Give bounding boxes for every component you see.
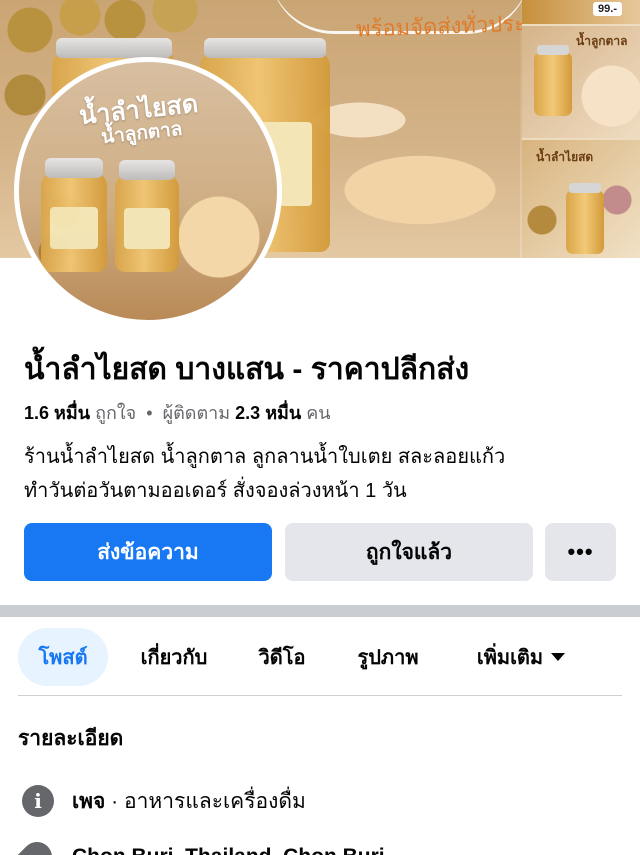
profile-picture[interactable]: น้ำลำไยสด น้ำลูกตาล xyxy=(14,57,282,325)
bio-line: ร้านน้ำลำไยสด น้ำลูกตาล ลูกลานน้ำใบเตย ส… xyxy=(24,446,506,468)
tab-videos[interactable]: วิดีโอ xyxy=(240,628,324,686)
category-value: · อาหารและเครื่องดื่ม xyxy=(111,789,306,813)
tab-posts[interactable]: โพสต์ xyxy=(18,628,108,686)
page-tabs: โพสต์ เกี่ยวกับ วิดีโอ รูปภาพ เพิ่มเติม xyxy=(0,628,640,686)
followers-label: ผู้ติดตาม xyxy=(162,403,231,423)
tab-about[interactable]: เกี่ยวกับ xyxy=(124,628,224,686)
category-text: เพจ · อาหารและเครื่องดื่ม xyxy=(72,785,306,818)
price-tag: 99.- xyxy=(593,2,622,16)
likes-label: ถูกใจ xyxy=(95,403,137,423)
avatar-jar-right xyxy=(115,160,179,272)
tab-photos[interactable]: รูปภาพ xyxy=(340,628,436,686)
location-row[interactable]: Chon Buri, Thailand, Chon Buri xyxy=(15,835,385,855)
caret-down-icon xyxy=(551,653,566,661)
cover-side-thumbnails: 99.- น้ำลูกตาล น้ำลำไยสด xyxy=(522,0,640,258)
likes-count[interactable]: 1.6 หมื่น xyxy=(24,403,90,423)
location-text[interactable]: Chon Buri, Thailand, Chon Buri xyxy=(72,845,385,855)
page-stats: 1.6 หมื่น ถูกใจ • ผู้ติดตาม 2.3 หมื่น คน xyxy=(24,398,331,427)
cover-thumb-1: 99.- xyxy=(522,0,640,24)
thumb-caption: น้ำลำไยสด xyxy=(536,150,594,164)
thumb-caption: น้ำลูกตาล xyxy=(576,34,628,48)
cover-thumb-3: น้ำลำไยสด xyxy=(522,140,640,258)
page-bio: ร้านน้ำลำไยสด น้ำลูกตาล ลูกลานน้ำใบเตย ส… xyxy=(24,440,624,508)
avatar-jar-left xyxy=(41,158,107,272)
tabs-divider xyxy=(18,695,622,696)
more-options-button[interactable]: ••• xyxy=(545,523,616,581)
avatar: น้ำลำไยสด น้ำลูกตาล xyxy=(19,62,277,320)
followers-count[interactable]: 2.3 หมื่น xyxy=(235,403,301,423)
details-heading: รายละเอียด xyxy=(18,727,124,750)
cover-thumb-2: น้ำลูกตาล xyxy=(522,26,640,138)
tab-more[interactable]: เพิ่มเติม xyxy=(456,628,586,686)
bio-line: ทำวันต่อวันตามออเดอร์ สั่งจองล่วงหน้า 1 … xyxy=(24,480,407,502)
thumb-jar xyxy=(534,45,572,116)
tab-more-label: เพิ่มเติม xyxy=(476,647,544,669)
send-message-button[interactable]: ส่งข้อความ xyxy=(24,523,272,581)
location-pin-icon xyxy=(15,835,59,855)
followers-unit: คน xyxy=(306,403,331,423)
category-prefix: เพจ xyxy=(72,789,106,813)
section-divider xyxy=(0,605,640,617)
info-icon: i xyxy=(22,785,54,817)
thumb-jar xyxy=(566,183,604,254)
liked-button[interactable]: ถูกใจแล้ว xyxy=(285,523,533,581)
page-title: น้ำลำไยสด บางแสน - ราคาปลีกส่ง xyxy=(24,353,470,386)
stats-separator: • xyxy=(146,403,153,423)
category-row: i เพจ · อาหารและเครื่องดื่ม xyxy=(22,784,306,818)
